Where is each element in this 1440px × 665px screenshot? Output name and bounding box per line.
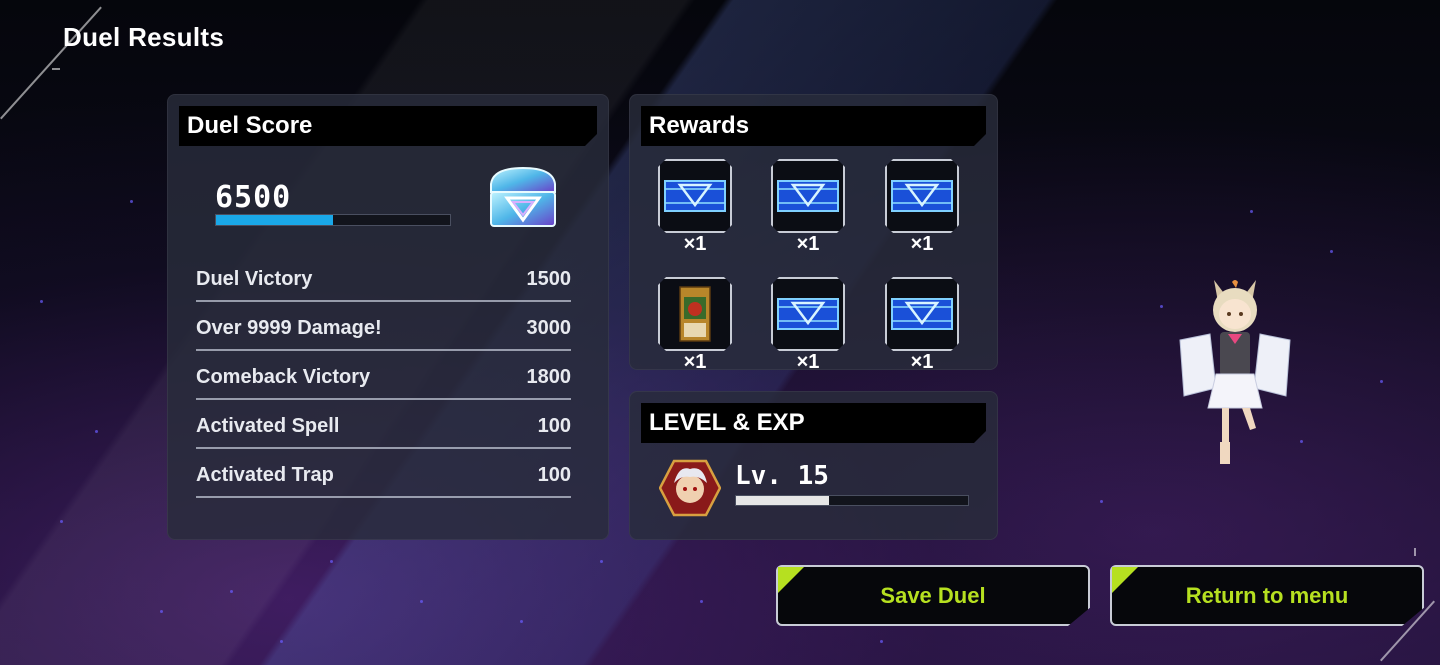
score-row-label: Activated Trap [196,464,334,486]
background-star [1300,440,1303,443]
background-star [130,200,133,203]
level-exp-panel: LEVEL & EXP Lv. 15 [629,391,998,540]
reward-quantity: ×1 [910,351,934,370]
reward-quantity: ×1 [683,233,707,255]
background-star [280,640,283,643]
level-exp-header: LEVEL & EXP [641,403,986,443]
score-row-value: 1800 [526,366,572,388]
score-row: Duel Victory 1500 [196,266,571,302]
background-star [1160,305,1163,308]
return-to-menu-label: Return to menu [1185,583,1349,608]
score-row-label: Over 9999 Damage! [196,317,382,339]
reward-quantity: ×1 [910,233,934,255]
background-star [60,520,63,523]
background-star [700,600,703,603]
player-avatar [658,459,722,517]
background-star [1100,500,1103,503]
score-row: Over 9999 Damage! 3000 [196,315,571,351]
total-score: 6500 [215,180,292,215]
button-accent [778,567,804,593]
score-row: Comeback Victory 1800 [196,364,571,400]
score-progress-bar [215,214,451,226]
card-pack-icon [771,159,845,233]
return-to-menu-button[interactable]: Return to menu [1110,565,1424,626]
score-row-label: Comeback Victory [196,366,371,388]
score-row-value: 1500 [526,268,572,290]
duel-score-panel: Duel Score 6500 Duel Victory 1500 Over 9… [167,94,609,540]
score-row-value: 100 [537,464,571,486]
background-star [880,640,883,643]
save-duel-button[interactable]: Save Duel [776,565,1090,626]
background-star [160,610,163,613]
reward-item[interactable]: ×1 [658,277,732,370]
score-row: Activated Trap 100 [196,462,571,498]
button-accent [1112,567,1138,593]
background-star [1380,380,1383,383]
card-pack-icon [771,277,845,351]
score-row: Activated Spell 100 [196,413,571,449]
background-star [600,560,603,563]
exp-progress-bar [735,495,969,506]
rewards-header: Rewards [641,106,986,146]
background-star [40,300,43,303]
score-progress-fill [216,215,333,225]
page-title: Duel Results [63,22,225,52]
reward-item[interactable]: ×1 [771,159,845,255]
exp-progress-fill [736,496,829,505]
reward-item[interactable]: ×1 [885,159,959,255]
background-star [1330,250,1333,253]
decorative-line [52,68,60,70]
treasure-chest-icon [485,164,561,230]
reward-quantity: ×1 [796,351,820,370]
background-star [330,560,333,563]
decorative-line [1414,548,1416,556]
score-row-label: Duel Victory [196,268,313,290]
background-star [95,430,98,433]
card-pack-icon [885,159,959,233]
card-pack-icon [885,277,959,351]
save-duel-label: Save Duel [880,583,986,608]
reward-quantity: ×1 [683,351,707,370]
rewards-panel: Rewards ×1 ×1 ×1 ×1 ×1 ×1 [629,94,998,370]
background-star [1250,210,1253,213]
background-star [230,590,233,593]
monster-card-icon [658,277,732,351]
score-row-value: 100 [537,415,571,437]
score-row-value: 3000 [526,317,572,339]
duel-score-header: Duel Score [179,106,597,146]
reward-quantity: ×1 [796,233,820,255]
reward-item[interactable]: ×1 [658,159,732,255]
character-mate[interactable] [1170,278,1300,468]
reward-item[interactable]: ×1 [771,277,845,370]
reward-item[interactable]: ×1 [885,277,959,370]
card-pack-icon [658,159,732,233]
score-row-label: Activated Spell [196,415,340,437]
background-star [520,620,523,623]
player-level: Lv. 15 [735,461,829,491]
background-star [420,600,423,603]
